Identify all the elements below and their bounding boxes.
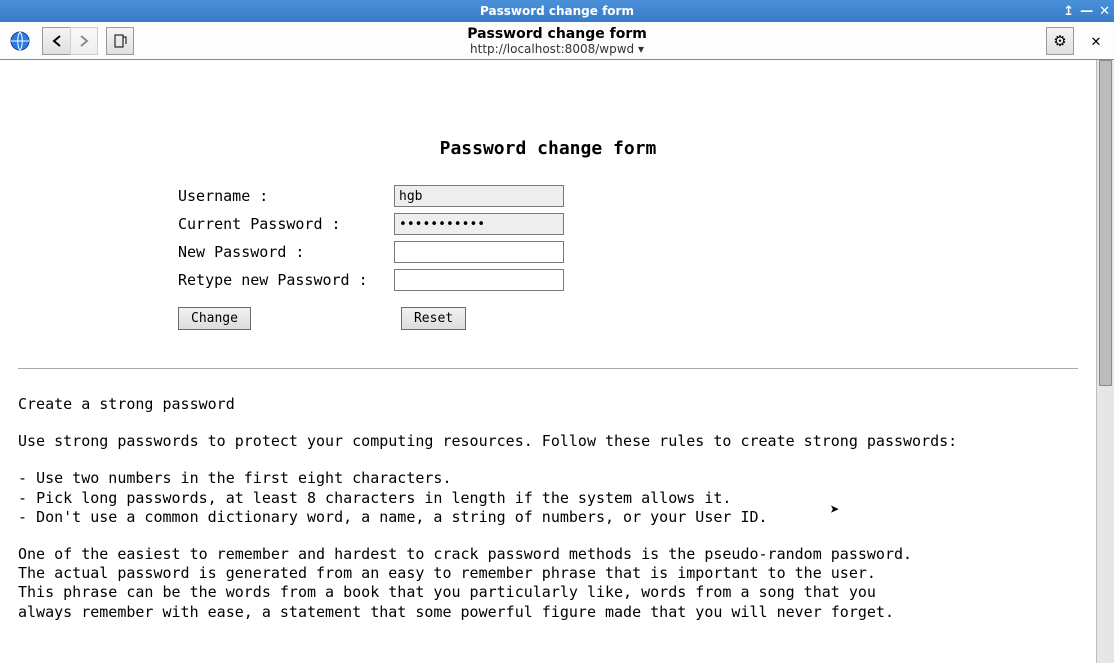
current-password-label: Current Password : (178, 215, 394, 233)
window-titlebar: Password change form ↥ — ✕ (0, 0, 1114, 22)
tips-section: Create a strong password Use strong pass… (18, 395, 1078, 622)
address-bar[interactable]: Password change form http://localhost:80… (467, 26, 647, 56)
reset-button[interactable]: Reset (401, 307, 466, 330)
password-form: Username : Current Password : New Passwo… (178, 185, 918, 330)
window-title: Password change form (480, 4, 634, 18)
tips-rule: Pick long passwords, at least 8 characte… (18, 489, 1078, 508)
settings-button[interactable]: ⚙ (1046, 27, 1074, 55)
back-button[interactable] (42, 27, 70, 55)
window-close-icon[interactable]: ✕ (1099, 5, 1110, 18)
forward-button[interactable] (70, 27, 98, 55)
retype-password-field[interactable] (394, 269, 564, 291)
browser-toolbar: Password change form http://localhost:80… (0, 22, 1114, 60)
current-password-field[interactable] (394, 213, 564, 235)
new-password-label: New Password : (178, 243, 394, 261)
page-url: http://localhost:8008/wpwd ▾ (467, 42, 647, 56)
retype-password-label: Retype new Password : (178, 271, 394, 289)
tips-intro: Use strong passwords to protect your com… (18, 432, 1078, 451)
tips-rule: Use two numbers in the first eight chara… (18, 469, 1078, 488)
separator (18, 368, 1078, 369)
change-button[interactable]: Change (178, 307, 251, 330)
username-label: Username : (178, 187, 394, 205)
tips-rules: Use two numbers in the first eight chara… (18, 469, 1078, 527)
bookmark-button[interactable] (106, 27, 134, 55)
page-title: Password change form (467, 26, 647, 42)
tips-heading: Create a strong password (18, 395, 1078, 414)
tips-rule: Don't use a common dictionary word, a na… (18, 508, 1078, 527)
tab-close-button[interactable]: ✕ (1084, 31, 1108, 50)
username-field[interactable] (394, 185, 564, 207)
app-icon (6, 27, 34, 55)
vertical-scrollbar[interactable] (1096, 60, 1114, 663)
form-heading: Password change form (18, 138, 1078, 159)
scrollbar-thumb[interactable] (1099, 60, 1112, 386)
window-minimize-icon[interactable]: — (1080, 5, 1093, 18)
window-move-icon[interactable]: ↥ (1063, 5, 1074, 18)
page-content: Password change form Username : Current … (0, 60, 1096, 663)
gear-icon: ⚙ (1053, 32, 1066, 50)
tips-para: One of the easiest to remember and harde… (18, 545, 1078, 622)
new-password-field[interactable] (394, 241, 564, 263)
